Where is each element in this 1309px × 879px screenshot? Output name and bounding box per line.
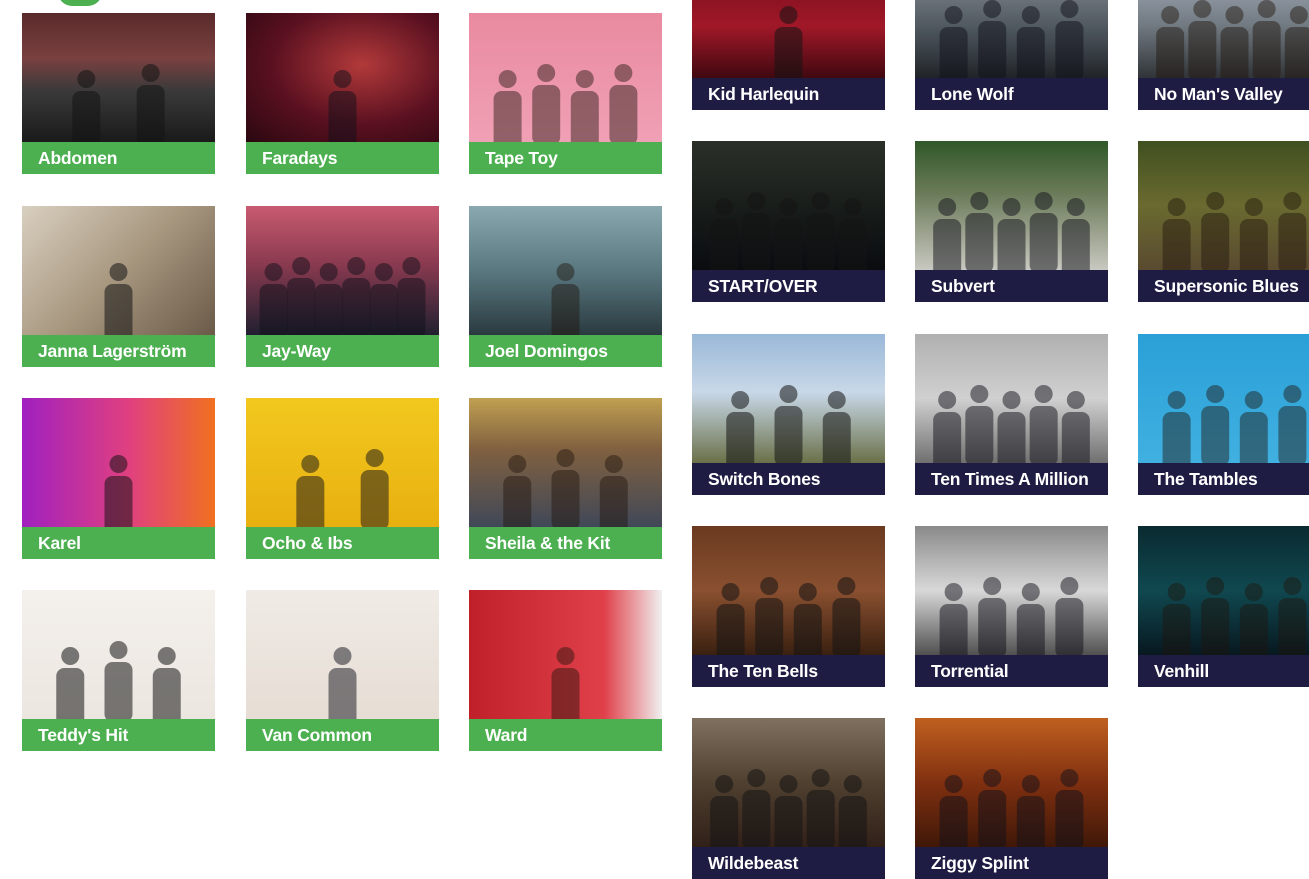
group-pink-wall-photo [246,206,439,335]
artist-card[interactable]: The Ten Bells [692,526,885,687]
logo-fragment [58,0,102,6]
bw-band-photo [915,526,1108,655]
street-duo-photo [22,13,215,142]
artist-name-label: Ten Times A Million [915,463,1108,495]
yellow-duo-photo [246,398,439,527]
band-wet-ground-photo [915,334,1108,463]
artist-card[interactable]: The Tambles [1138,334,1309,495]
artist-card[interactable]: Venhill [1138,526,1309,687]
artist-card[interactable]: Jay-Way [246,206,439,367]
artist-name-label: Torrential [915,655,1108,687]
artist-card[interactable]: Ten Times A Million [915,334,1108,495]
stairway-portrait-photo [469,206,662,335]
band-greenery-photo [1138,141,1309,270]
artist-name-label: Kid Harlequin [692,78,885,110]
artist-card[interactable]: Teddy's Hit [22,590,215,751]
artist-name-label: The Tambles [1138,463,1309,495]
artist-name-label: Karel [22,527,215,559]
red-wall-portrait-photo [469,590,662,719]
artist-card[interactable]: Abdomen [22,13,215,174]
artist-name-label: Janna Lagerström [22,335,215,367]
artist-name-label: Wildebeast [692,847,885,879]
artist-name-label: START/OVER [692,270,885,302]
artist-card[interactable]: Janna Lagerström [22,206,215,367]
gradient-window-photo [22,398,215,527]
artist-name-label: Van Common [246,719,439,751]
artist-card[interactable]: Subvert [915,141,1108,302]
vending-machine-band-photo [469,398,662,527]
artist-card[interactable]: Karel [22,398,215,559]
artist-name-label: Teddy's Hit [22,719,215,751]
artist-card[interactable]: Torrential [915,526,1108,687]
artist-name-label: Ziggy Splint [915,847,1108,879]
band-sky-photo [1138,0,1309,78]
artist-card[interactable]: START/OVER [692,141,885,302]
artist-name-label: Jay-Way [246,335,439,367]
artist-name-label: The Ten Bells [692,655,885,687]
artist-card[interactable]: Ward [469,590,662,751]
band-closeup-photo [692,718,885,847]
artist-card[interactable]: Faradays [246,13,439,174]
artist-name-label: Abdomen [22,142,215,174]
white-portrait-photo [246,590,439,719]
dark-forest-band-photo [692,141,885,270]
artist-card[interactable]: Supersonic Blues [1138,141,1309,302]
artist-name-label: Supersonic Blues [1138,270,1309,302]
portrait-photo [22,206,215,335]
artist-name-label: Lone Wolf [915,78,1108,110]
band-blue-wall-photo [1138,334,1309,463]
artist-name-label: No Man's Valley [1138,78,1309,110]
band-alley-photo [915,718,1108,847]
artist-card[interactable]: Van Common [246,590,439,751]
red-stage-photo [692,0,885,78]
artist-card[interactable]: Kid Harlequin [692,0,885,110]
artist-card[interactable]: Ocho & Ibs [246,398,439,559]
white-dress-band-photo [692,334,885,463]
trio-white-photo [22,590,215,719]
band-building-photo [915,0,1108,78]
artist-name-label: Venhill [1138,655,1309,687]
colorful-band-photo [469,13,662,142]
artist-name-label: Ward [469,719,662,751]
artist-card[interactable]: Sheila & the Kit [469,398,662,559]
artist-name-label: Joel Domingos [469,335,662,367]
artist-card[interactable]: Ziggy Splint [915,718,1108,879]
artist-card[interactable]: Joel Domingos [469,206,662,367]
artist-name-label: Switch Bones [692,463,885,495]
artist-name-label: Ocho & Ibs [246,527,439,559]
artist-card[interactable]: No Man's Valley [1138,0,1309,110]
artist-card[interactable]: Switch Bones [692,334,885,495]
red-portrait-photo [246,13,439,142]
artist-card[interactable]: Wildebeast [692,718,885,879]
artist-name-label: Faradays [246,142,439,174]
artist-card[interactable]: Tape Toy [469,13,662,174]
band-church-photo [692,526,885,655]
artist-name-label: Tape Toy [469,142,662,174]
band-trees-photo [915,141,1108,270]
teal-double-exposure-photo [1138,526,1309,655]
artist-name-label: Sheila & the Kit [469,527,662,559]
artist-name-label: Subvert [915,270,1108,302]
artist-card[interactable]: Lone Wolf [915,0,1108,110]
